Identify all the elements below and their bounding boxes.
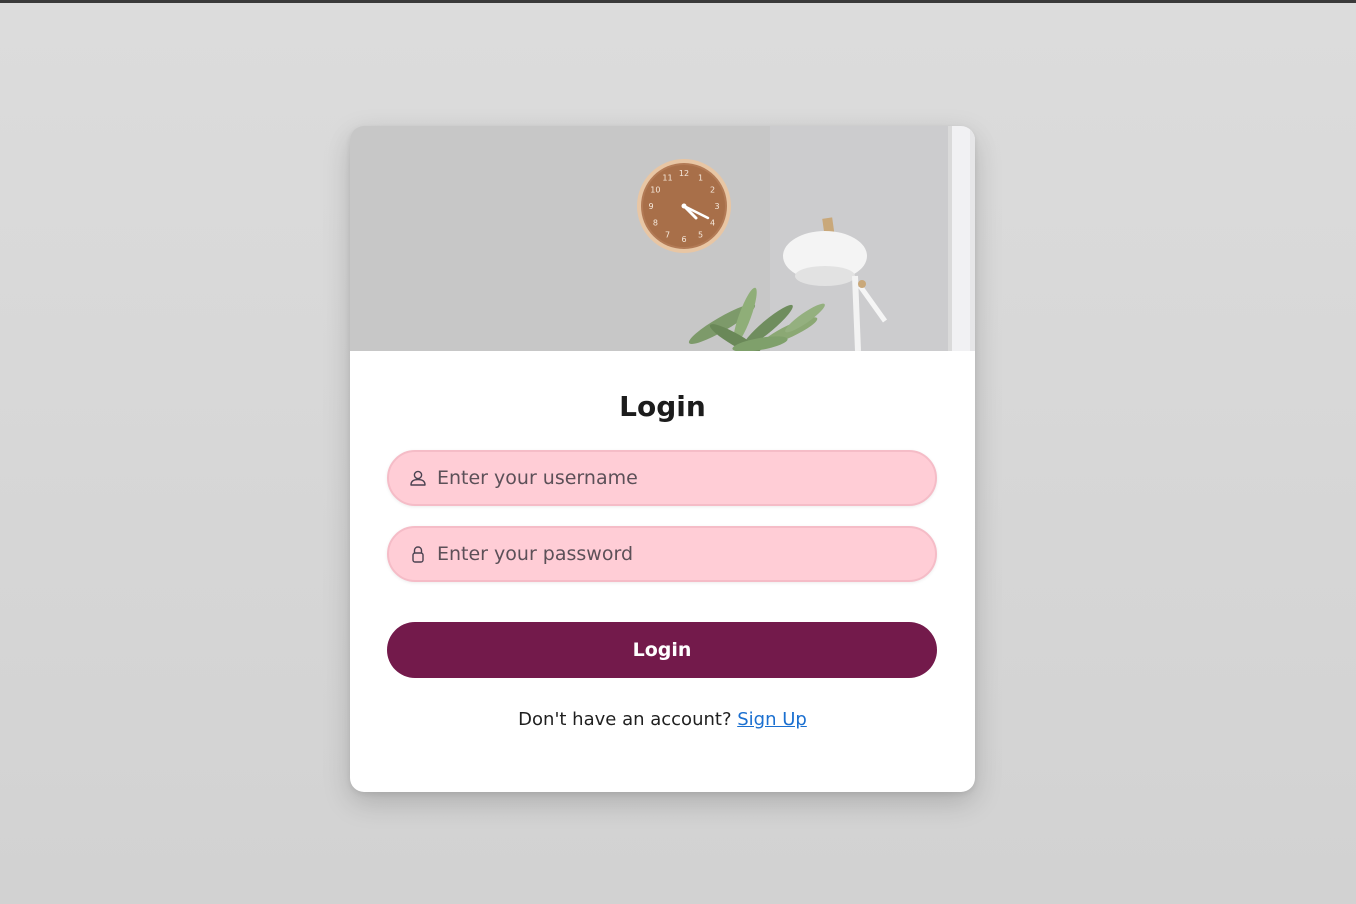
- signup-prompt-text: Don't have an account?: [518, 709, 738, 730]
- password-input[interactable]: [437, 528, 917, 580]
- clock-numeral: 10: [650, 186, 660, 195]
- top-border: [0, 0, 1356, 3]
- clock-numeral: 9: [648, 202, 653, 211]
- hero-image: 12 1 2 3 4 5 6 7 8 9 10 11: [350, 126, 975, 351]
- password-field[interactable]: [387, 526, 937, 582]
- clock-numeral: 1: [698, 173, 703, 182]
- clock-numeral: 4: [710, 219, 715, 228]
- signup-link[interactable]: Sign Up: [737, 709, 807, 730]
- page-title: Login: [619, 390, 706, 423]
- hero-illustration: 12 12 3 45 6 789 1011: [350, 126, 975, 351]
- clock-numeral: 2: [710, 186, 715, 195]
- wall-clock: 12 12 3 45 6 789 1011: [637, 159, 731, 253]
- clock-numeral: 11: [662, 173, 672, 182]
- clock-numeral: 3: [714, 202, 719, 211]
- login-card: 12 1 2 3 4 5 6 7 8 9 10 11 Login Enter y…: [350, 126, 975, 792]
- login-button[interactable]: Login: [387, 622, 937, 678]
- user-icon: [410, 470, 426, 486]
- username-field[interactable]: [387, 450, 937, 506]
- clock-numeral: 5: [698, 231, 703, 240]
- clock-numeral: 6: [681, 235, 686, 244]
- lock-icon: [412, 546, 424, 563]
- clock-numeral: 7: [665, 231, 670, 240]
- signup-prompt: Don't have an account? Sign Up: [350, 709, 975, 730]
- clock-numeral: 8: [653, 219, 658, 228]
- username-input[interactable]: [437, 452, 917, 504]
- clock-numeral: 12: [679, 169, 689, 178]
